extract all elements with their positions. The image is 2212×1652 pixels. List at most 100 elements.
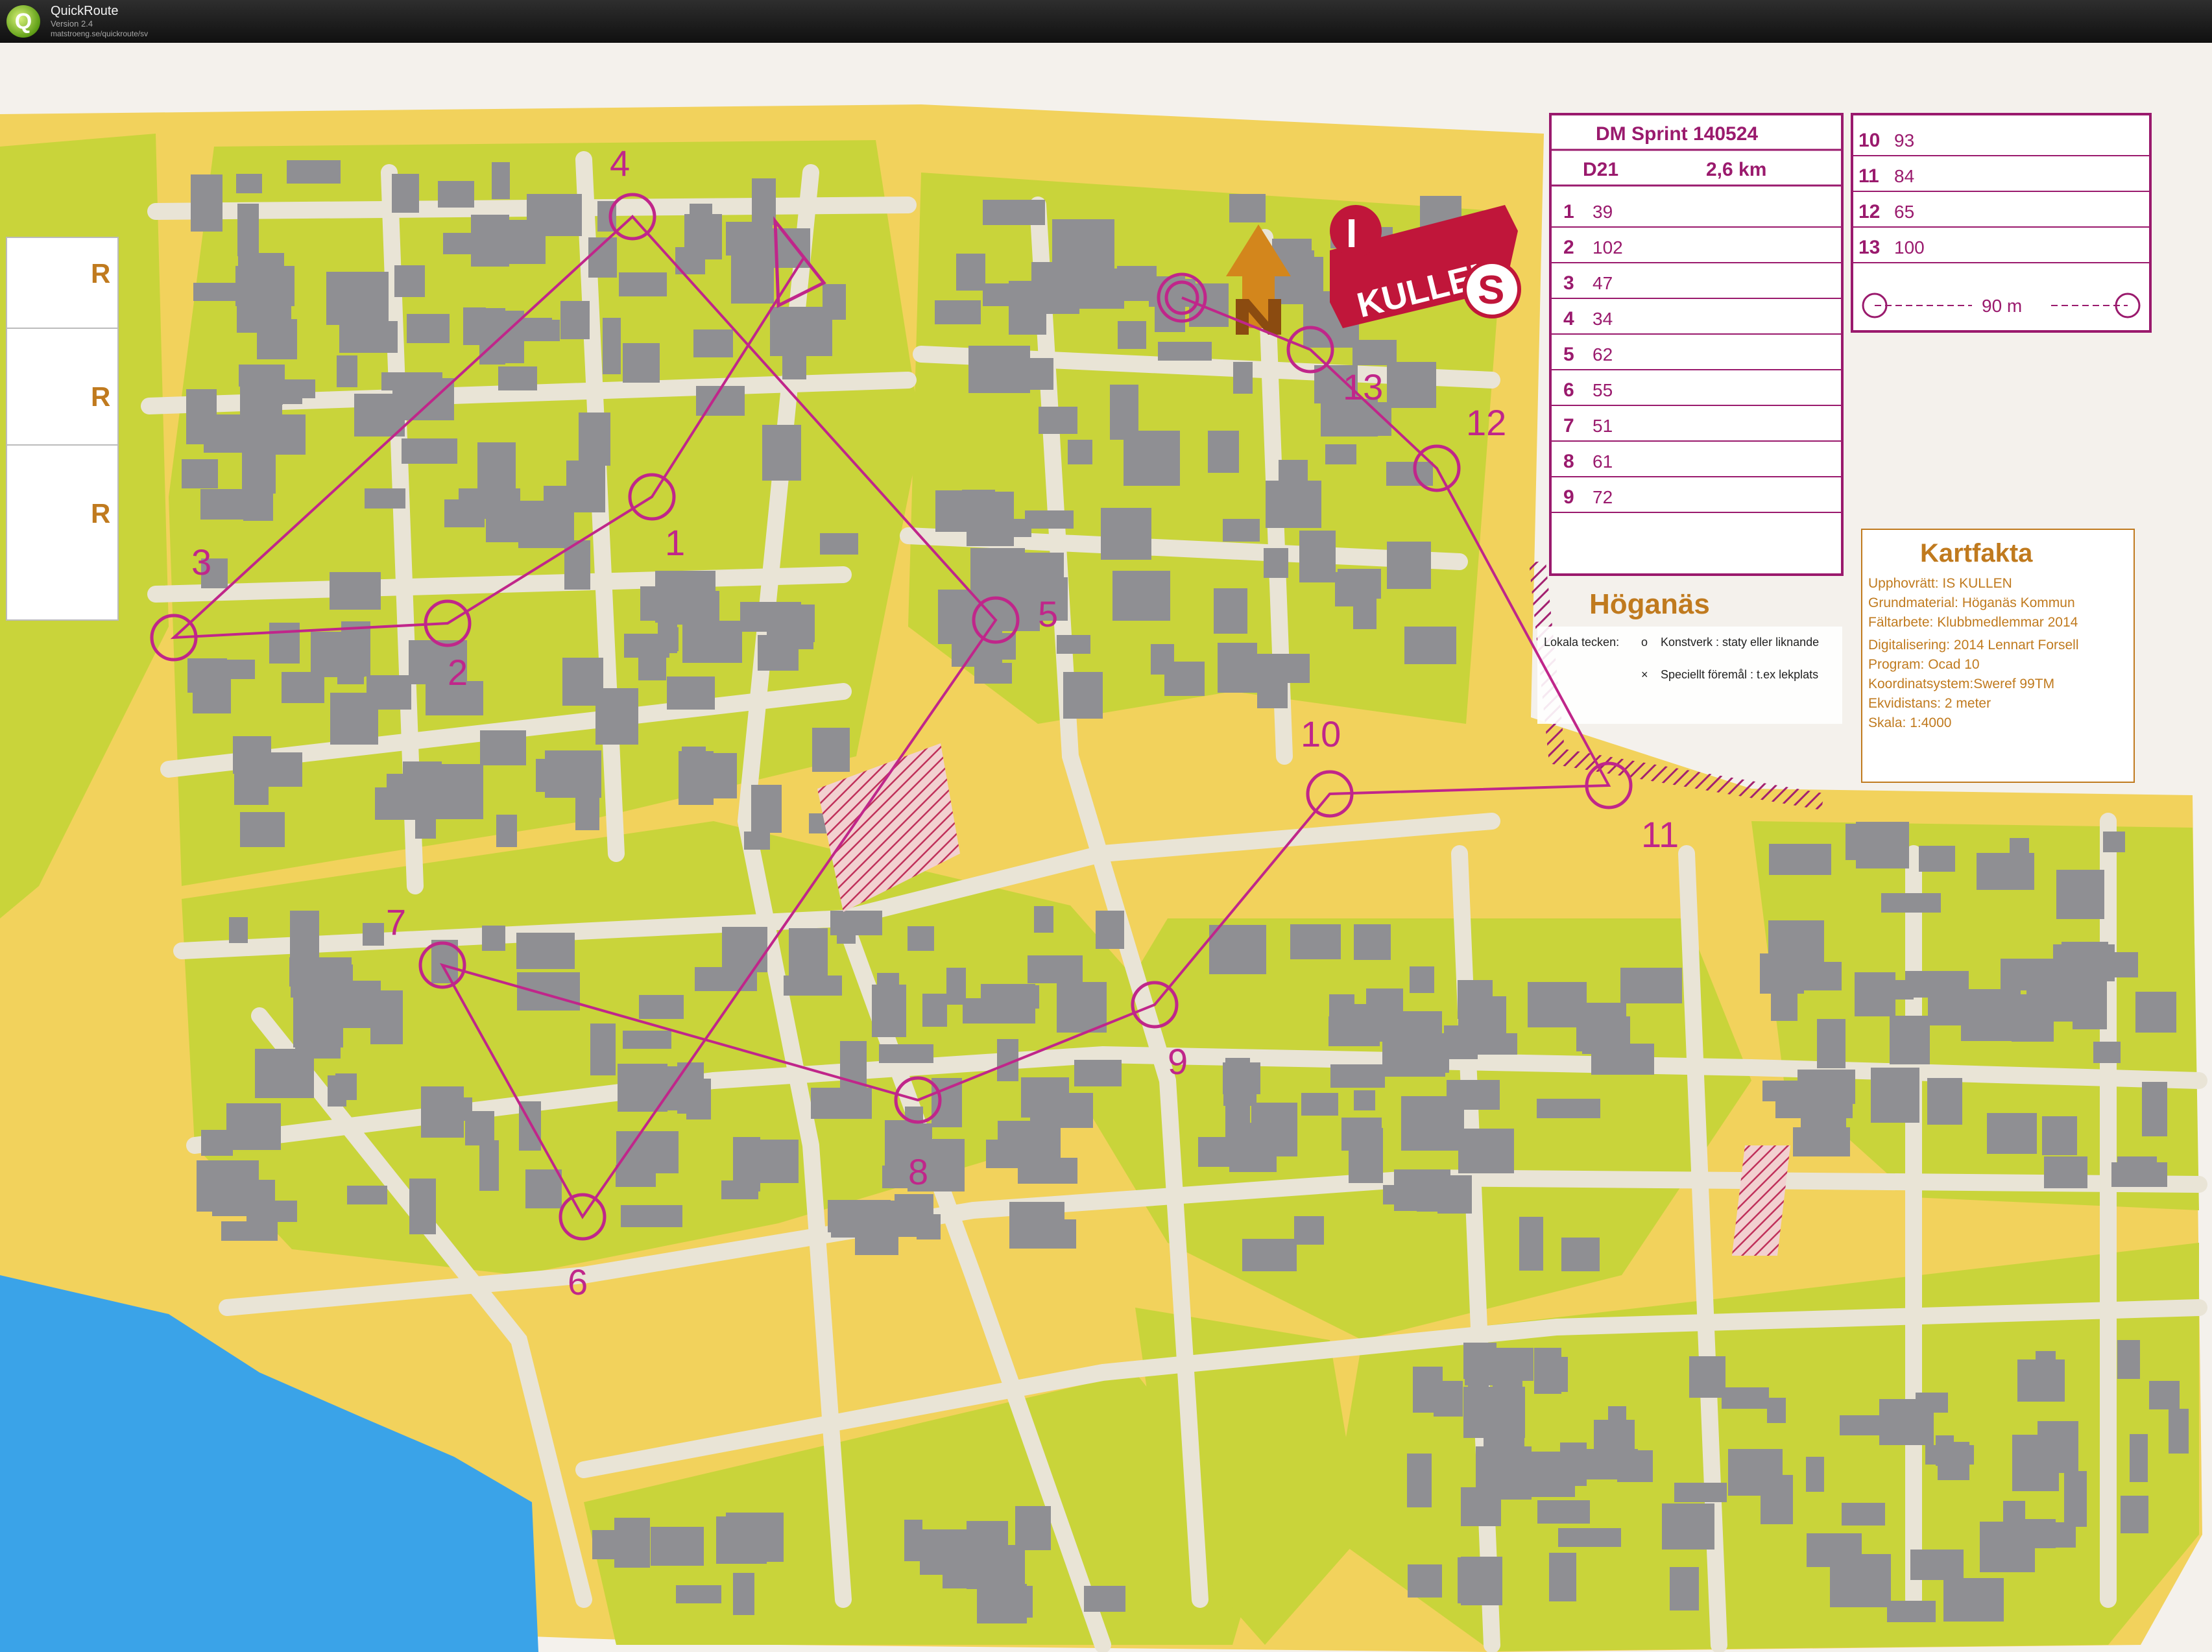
building-block bbox=[1558, 1528, 1621, 1547]
building-block bbox=[236, 174, 262, 193]
building-block bbox=[722, 927, 767, 972]
building-block bbox=[1943, 1578, 2004, 1622]
logo-letter: I bbox=[1346, 211, 1357, 256]
building-block bbox=[482, 926, 505, 951]
building-block bbox=[770, 307, 832, 356]
building-block bbox=[409, 1179, 436, 1234]
building-block bbox=[762, 425, 801, 481]
building-block bbox=[676, 1585, 721, 1603]
building-block bbox=[967, 1545, 1025, 1589]
building-block bbox=[524, 320, 560, 341]
building-block bbox=[1927, 1078, 1962, 1125]
building-block bbox=[2103, 832, 2125, 852]
building-block bbox=[1290, 250, 1314, 278]
building-block bbox=[1890, 1016, 1930, 1064]
building-block bbox=[1408, 1564, 1442, 1598]
building-block bbox=[1294, 1216, 1324, 1245]
description-row-code: 102 bbox=[1593, 237, 1623, 257]
building-block bbox=[1474, 1033, 1517, 1055]
building-block bbox=[229, 917, 248, 943]
building-block bbox=[1576, 1003, 1626, 1051]
logo-letter: S bbox=[1478, 268, 1504, 313]
building-block bbox=[496, 815, 517, 847]
facts-line: Ekvidistans: 2 meter bbox=[1868, 696, 1991, 711]
building-block bbox=[2038, 1421, 2078, 1473]
building-block bbox=[1039, 407, 1077, 434]
description-row-number: 6 bbox=[1563, 379, 1574, 401]
building-block bbox=[667, 676, 715, 710]
building-block bbox=[1674, 1483, 1727, 1502]
building-block bbox=[1068, 440, 1092, 464]
building-block bbox=[693, 329, 733, 357]
building-block bbox=[1855, 980, 1914, 1000]
building-block bbox=[1458, 1129, 1514, 1173]
building-block bbox=[191, 174, 222, 232]
building-block bbox=[1329, 994, 1354, 1018]
building-block bbox=[2037, 1522, 2076, 1548]
building-block bbox=[226, 1103, 281, 1150]
building-block bbox=[1025, 358, 1053, 390]
event-title: DM Sprint 140524 bbox=[1596, 123, 1758, 145]
description-row-number: 2 bbox=[1563, 237, 1574, 258]
building-block bbox=[438, 181, 474, 208]
control-number: 11 bbox=[1641, 814, 1679, 855]
building-block bbox=[1793, 1127, 1850, 1156]
building-block bbox=[1063, 672, 1103, 719]
building-block bbox=[946, 968, 966, 1005]
building-block bbox=[2149, 1381, 2180, 1409]
building-block bbox=[260, 752, 302, 787]
building-block bbox=[820, 533, 858, 555]
building-block bbox=[221, 1221, 278, 1241]
description-row-number: 5 bbox=[1563, 344, 1574, 365]
building-block bbox=[1341, 1118, 1382, 1151]
building-block bbox=[682, 621, 742, 663]
building-block bbox=[1330, 1064, 1385, 1088]
facts-line: Program: Ocad 10 bbox=[1868, 657, 1980, 672]
building-block bbox=[2117, 1340, 2140, 1379]
control-number: 4 bbox=[610, 143, 630, 184]
building-block bbox=[237, 298, 291, 333]
side-marker: R bbox=[91, 498, 110, 529]
building-block bbox=[2064, 1471, 2087, 1527]
local-legend: Lokala tecken: o Konstverk : staty eller… bbox=[1537, 627, 1842, 724]
building-block bbox=[981, 984, 1035, 1024]
building-block bbox=[1290, 924, 1341, 959]
building-block bbox=[2044, 1156, 2087, 1188]
description-row-code: 55 bbox=[1593, 380, 1613, 400]
building-block bbox=[197, 1160, 259, 1212]
building-block bbox=[908, 926, 934, 951]
building-block bbox=[1410, 966, 1434, 993]
building-block bbox=[517, 972, 580, 1011]
building-block bbox=[1057, 635, 1090, 654]
finish-distance: 90 m bbox=[1982, 296, 2022, 316]
description-row-code: 51 bbox=[1593, 416, 1613, 436]
building-block bbox=[237, 204, 259, 256]
building-block bbox=[1394, 1169, 1450, 1211]
building-block bbox=[465, 1111, 494, 1145]
description-row-code: 72 bbox=[1593, 487, 1613, 507]
building-block bbox=[2026, 969, 2084, 1022]
building-block bbox=[1233, 362, 1253, 394]
building-block bbox=[1214, 588, 1247, 634]
building-block bbox=[392, 174, 419, 213]
building-block bbox=[2056, 870, 2104, 919]
building-block bbox=[1549, 1553, 1576, 1601]
building-block bbox=[2113, 952, 2138, 977]
building-block bbox=[387, 774, 422, 802]
description-row-number: 7 bbox=[1563, 415, 1574, 437]
building-block bbox=[243, 485, 273, 521]
building-block bbox=[1977, 853, 2034, 890]
building-block bbox=[516, 514, 537, 542]
building-block bbox=[1881, 893, 1941, 913]
building-block bbox=[2142, 1082, 2167, 1136]
facts-line: Fältarbete: Klubbmedlemmar 2014 bbox=[1868, 615, 2078, 630]
building-block bbox=[1050, 1219, 1076, 1249]
building-block bbox=[1842, 1503, 1885, 1526]
building-block bbox=[381, 372, 442, 390]
building-block bbox=[1209, 925, 1266, 974]
building-block bbox=[1028, 955, 1083, 983]
building-block bbox=[740, 602, 801, 632]
building-block bbox=[1096, 911, 1124, 949]
building-block bbox=[1279, 460, 1308, 499]
building-block bbox=[1519, 1217, 1543, 1271]
